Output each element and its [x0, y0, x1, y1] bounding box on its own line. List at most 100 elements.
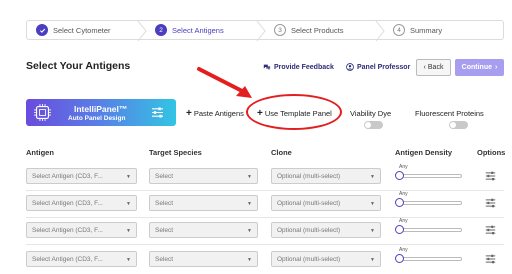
antigen-select-placeholder: Select Antigen (CD3, F...: [32, 199, 103, 207]
column-header-clone: Clone: [271, 148, 292, 157]
fluorescent-proteins-label: Fluorescent Proteins: [415, 109, 484, 118]
clone-select[interactable]: Optional (multi-select) ▼: [271, 168, 381, 184]
clone-select-placeholder: Optional (multi-select): [277, 255, 341, 263]
antigen-density-slider[interactable]: Any: [395, 164, 465, 184]
species-select-placeholder: Select: [155, 226, 174, 234]
caret-down-icon: ▼: [247, 174, 252, 180]
slider-handle[interactable]: [395, 171, 404, 180]
step-select-products[interactable]: 3 Select Products: [265, 21, 385, 41]
step-label: Summary: [410, 25, 443, 35]
caret-down-icon: ▼: [247, 201, 252, 207]
column-header-target-species: Target Species: [149, 148, 202, 157]
row-divider: [26, 244, 504, 245]
column-header-antigen-density: Antigen Density: [395, 148, 453, 157]
antigen-select-placeholder: Select Antigen (CD3, F...: [32, 226, 103, 234]
intellipanel-subtitle: Auto Panel Design: [68, 115, 126, 122]
chevron-right-icon: ›: [494, 64, 498, 71]
panel-professor-label: Panel Professor: [357, 63, 411, 71]
step-summary[interactable]: 4 Summary: [384, 21, 503, 39]
clone-select[interactable]: Optional (multi-select) ▼: [271, 195, 381, 211]
species-select[interactable]: Select ▼: [149, 251, 258, 267]
options-sliders-icon[interactable]: [485, 225, 496, 235]
slider-track[interactable]: [398, 257, 462, 261]
paste-antigens-label: Paste Antigens: [193, 109, 244, 118]
back-button[interactable]: ‹ Back: [416, 59, 451, 76]
step-label: Select Antigens: [172, 25, 224, 35]
slider-handle[interactable]: [395, 198, 404, 207]
step-label: Select Cytometer: [53, 25, 111, 35]
user-circle-icon: [346, 63, 354, 71]
caret-down-icon: ▼: [126, 257, 131, 263]
chat-icon: [263, 64, 271, 71]
species-select-placeholder: Select: [155, 255, 174, 263]
column-header-antigen: Antigen: [26, 148, 54, 157]
slider-track[interactable]: [398, 228, 462, 232]
provide-feedback-label: Provide Feedback: [274, 63, 334, 71]
check-icon: [36, 24, 48, 36]
caret-down-icon: ▼: [126, 201, 131, 207]
antigen-select-placeholder: Select Antigen (CD3, F...: [32, 172, 103, 180]
slider-handle[interactable]: [395, 225, 404, 234]
caret-down-icon: ▼: [370, 174, 375, 180]
caret-down-icon: ▼: [370, 201, 375, 207]
antigen-select[interactable]: Select Antigen (CD3, F... ▼: [26, 195, 137, 211]
options-sliders-icon[interactable]: [485, 198, 496, 208]
density-value: Any: [399, 247, 408, 253]
step-number: 4: [393, 24, 405, 36]
density-value: Any: [399, 218, 408, 224]
antigen-density-slider[interactable]: Any: [395, 191, 465, 211]
table-row: Select Antigen (CD3, F... ▼ Select ▼ Optio…: [0, 247, 512, 274]
species-select-placeholder: Select: [155, 199, 174, 207]
step-label: Select Products: [291, 25, 344, 35]
antigen-select[interactable]: Select Antigen (CD3, F... ▼: [26, 222, 137, 238]
density-value: Any: [399, 164, 408, 170]
page-title: Select Your Antigens: [26, 60, 131, 72]
plus-icon: +: [186, 108, 192, 119]
step-select-antigens[interactable]: 2 Select Antigens: [146, 21, 266, 41]
continue-label: Continue: [461, 64, 492, 71]
column-header-options: Options: [477, 148, 506, 157]
fluorescent-proteins-toggle[interactable]: [449, 121, 468, 129]
viability-dye-toggle[interactable]: [364, 121, 383, 129]
caret-down-icon: ▼: [126, 228, 131, 234]
antigen-select[interactable]: Select Antigen (CD3, F... ▼: [26, 251, 137, 267]
antigen-select[interactable]: Select Antigen (CD3, F... ▼: [26, 168, 137, 184]
slider-track[interactable]: [398, 201, 462, 205]
clone-select-placeholder: Optional (multi-select): [277, 172, 341, 180]
species-select[interactable]: Select ▼: [149, 222, 258, 238]
red-arrow-annotation: [197, 67, 252, 98]
options-sliders-icon[interactable]: [485, 171, 496, 181]
continue-button[interactable]: Continue ›: [455, 59, 504, 76]
slider-track[interactable]: [398, 174, 462, 178]
chip-icon: [34, 104, 51, 121]
density-value: Any: [399, 191, 408, 197]
species-select-placeholder: Select: [155, 172, 174, 180]
step-select-cytometer[interactable]: Select Cytometer: [27, 21, 147, 41]
clone-select[interactable]: Optional (multi-select) ▼: [271, 222, 381, 238]
caret-down-icon: ▼: [247, 228, 252, 234]
caret-down-icon: ▼: [126, 174, 131, 180]
clone-select[interactable]: Optional (multi-select) ▼: [271, 251, 381, 267]
caret-down-icon: ▼: [370, 228, 375, 234]
options-sliders-icon[interactable]: [485, 254, 496, 264]
back-label: Back: [427, 64, 444, 71]
slider-handle[interactable]: [395, 254, 404, 263]
panel-professor-link[interactable]: Panel Professor: [346, 63, 410, 71]
step-number: 3: [274, 24, 286, 36]
chevron-left-icon: ‹: [423, 64, 426, 71]
sliders-icon: [152, 107, 163, 118]
paste-antigens-button[interactable]: + Paste Antigens: [186, 108, 244, 119]
intellipanel-title: IntelliPanel™: [74, 104, 128, 114]
antigen-density-slider[interactable]: Any: [395, 218, 465, 238]
antigen-density-slider[interactable]: Any: [395, 247, 465, 267]
species-select[interactable]: Select ▼: [149, 168, 258, 184]
intellipanel-button[interactable]: IntelliPanel™ Auto Panel Design: [26, 99, 176, 126]
caret-down-icon: ▼: [247, 257, 252, 263]
viability-dye-label: Viability Dye: [350, 109, 392, 118]
clone-select-placeholder: Optional (multi-select): [277, 199, 341, 207]
provide-feedback-link[interactable]: Provide Feedback: [263, 63, 334, 71]
wizard-stepper: Select Cytometer 2 Select Antigens 3 Sel…: [26, 20, 504, 41]
step-number: 2: [155, 24, 167, 36]
species-select[interactable]: Select ▼: [149, 195, 258, 211]
antigen-select-placeholder: Select Antigen (CD3, F...: [32, 255, 103, 263]
